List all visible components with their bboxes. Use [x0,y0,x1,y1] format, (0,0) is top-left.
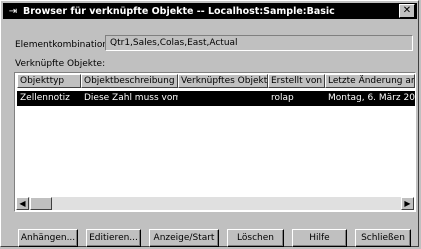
close-button[interactable]: Schließen [355,229,411,247]
close-icon[interactable]: ✕ [399,4,415,18]
scroll-right-icon[interactable]: ▶ [401,197,414,210]
scroll-left-icon[interactable]: ◀ [16,197,29,210]
element-combination-field: Qtr1,Sales,Colas,East,Actual [105,35,413,51]
cell-created-by: rolap [271,93,294,103]
column-header-linked-object[interactable]: Verknüpftes Objekt [178,74,268,88]
linked-objects-list[interactable]: Objekttyp Objektbeschreibung Verknüpftes… [14,72,416,212]
column-header-last-modified[interactable]: Letzte Änderung am [325,74,415,88]
delete-button[interactable]: Löschen [227,229,284,247]
attach-button[interactable]: Anhängen... [18,229,78,247]
cell-object-type: Zellennotiz [20,93,70,103]
column-header-object-type[interactable]: Objekttyp [17,74,81,88]
cell-object-description: Diese Zahl muss vom [84,93,178,103]
window-title: Browser für verknüpfte Objekte -- Localh… [23,5,335,17]
title-bar: ⇥ Browser für verknüpfte Objekte -- Loca… [3,3,417,19]
view-start-button[interactable]: Anzeige/Start [149,229,219,247]
horizontal-scrollbar[interactable]: ◀ ▶ [16,197,414,210]
linked-objects-browser-dialog: ⇥ Browser für verknüpfte Objekte -- Loca… [0,0,419,247]
linked-objects-label: Verknüpfte Objekte: [15,59,106,69]
table-row[interactable]: Zellennotiz Diese Zahl muss vom rolap Mo… [17,91,415,106]
element-combination-label: Elementkombination: [15,40,112,50]
system-menu-icon[interactable]: ⇥ [6,4,20,18]
edit-button[interactable]: Editieren... [86,229,141,247]
column-header-object-description[interactable]: Objektbeschreibung [81,74,178,88]
cell-linked-object [178,91,268,106]
scroll-thumb[interactable] [30,197,52,210]
help-button[interactable]: Hilfe [292,229,347,247]
column-headers: Objekttyp Objektbeschreibung Verknüpftes… [17,74,415,88]
column-header-created-by[interactable]: Erstellt von [268,74,325,88]
cell-last-modified: Montag, 6. März 2000 [328,93,415,103]
